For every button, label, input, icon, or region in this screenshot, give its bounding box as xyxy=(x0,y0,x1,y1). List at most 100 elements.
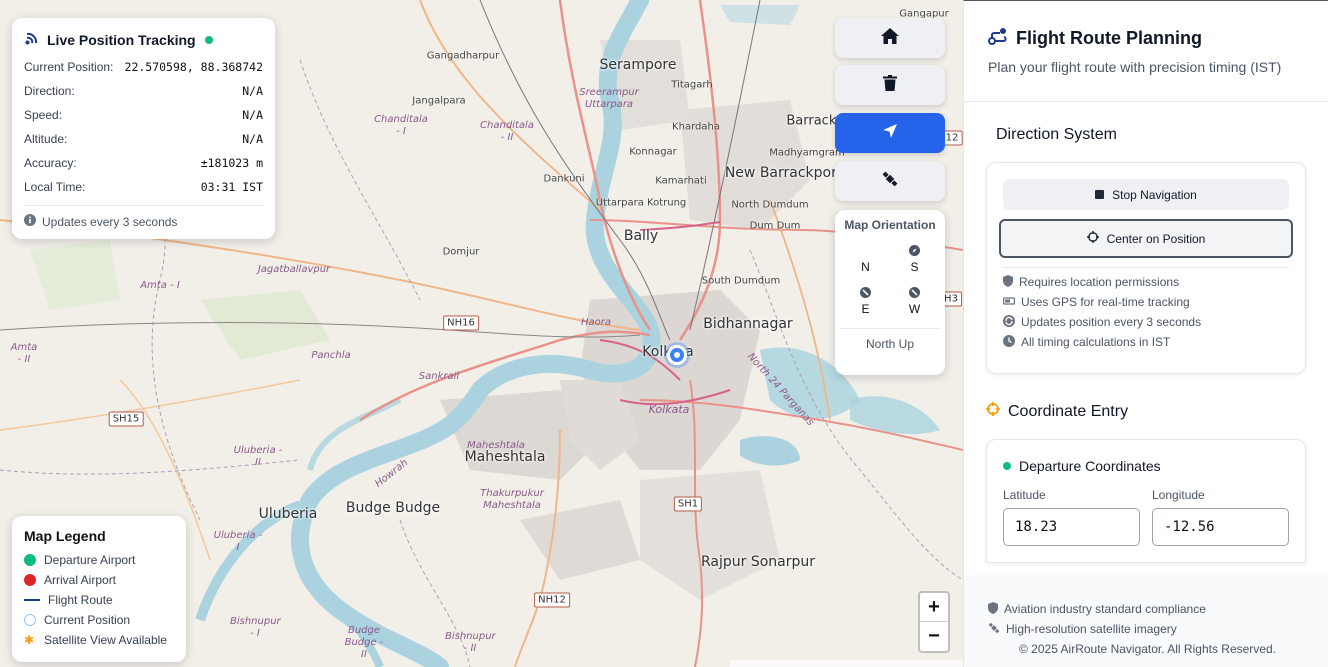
road-shield: SH1 xyxy=(673,496,703,512)
compass-icon xyxy=(909,244,920,256)
current-position-marker[interactable] xyxy=(667,345,687,365)
place-label: Budge Budge - II xyxy=(344,625,384,660)
place-label: New Barrackpore xyxy=(724,165,846,181)
footer-item: High-resolution satellite imagery xyxy=(988,619,1328,639)
note-item: Uses GPS for real-time tracking xyxy=(1002,292,1289,312)
place-label: Kolkata xyxy=(648,403,690,416)
trash-icon xyxy=(883,74,897,96)
satellite-icon xyxy=(881,170,899,193)
footer-item: Aviation industry standard compliance xyxy=(988,599,1328,619)
place-label: Uttarpara Kotrung xyxy=(595,197,687,209)
place-label: Serampore xyxy=(599,57,677,73)
place-label: Bally xyxy=(623,228,659,244)
dir-label: N xyxy=(861,260,870,274)
place-label: Kamarhati xyxy=(655,175,707,187)
clock-icon xyxy=(1003,334,1015,350)
place-label: Amta - II xyxy=(10,342,38,365)
place-label: Rajpur Sonarpur xyxy=(700,554,816,570)
latitude-label: Latitude xyxy=(1003,488,1046,502)
place-label: Uluberia xyxy=(258,506,318,522)
dir-label: S xyxy=(910,260,919,274)
navigate-arrow-icon xyxy=(882,123,898,144)
button-label: Stop Navigation xyxy=(1112,187,1197,202)
shield-icon xyxy=(1003,274,1013,290)
tracking-row-speed: Speed: N/A xyxy=(24,103,263,127)
note-text: Requires location permissions xyxy=(1019,275,1180,289)
button-label: Center on Position xyxy=(1106,231,1206,246)
note-item: Requires location permissions xyxy=(1003,272,1289,292)
zoom-control: + − xyxy=(918,591,950,653)
row-label: Current Position: xyxy=(24,60,114,74)
row-value: N/A xyxy=(242,108,263,122)
section-title-text: Coordinate Entry xyxy=(1008,402,1129,420)
map-legend: Map Legend Departure Airport Arrival Air… xyxy=(12,516,186,662)
place-label: Amta - I xyxy=(140,280,180,291)
divider xyxy=(841,328,939,329)
place-label: Bishnupur - II xyxy=(445,631,496,654)
arrival-dot-icon xyxy=(24,574,36,586)
stop-icon xyxy=(1095,190,1105,199)
place-label: Titagarh xyxy=(671,79,713,91)
zoom-out-button[interactable]: − xyxy=(920,622,948,651)
road-shield: SH15 xyxy=(108,411,144,427)
tracking-title: Live Position Tracking xyxy=(47,31,196,48)
longitude-input[interactable]: -12.56 xyxy=(1152,508,1289,546)
legend-item: ✱ Satellite View Available xyxy=(24,630,174,650)
footer-text: High-resolution satellite imagery xyxy=(1006,622,1177,636)
latitude-input[interactable]: 18.23 xyxy=(1003,508,1140,546)
center-position-button[interactable]: Center on Position xyxy=(999,219,1293,258)
direction-section-title: Direction System xyxy=(986,126,1306,144)
current-position-icon xyxy=(24,614,36,626)
legend-label: Departure Airport xyxy=(44,553,136,567)
delete-button[interactable] xyxy=(835,65,945,105)
departure-heading: Departure Coordinates xyxy=(1003,458,1289,474)
place-label: Uluberia - II xyxy=(233,445,283,468)
satellite-dish-icon xyxy=(24,30,40,49)
orient-north[interactable]: N xyxy=(841,244,890,274)
legend-title: Map Legend xyxy=(24,528,106,544)
place-label: Budge Budge xyxy=(345,500,441,516)
place-label: Thakurpukur Maheshtala xyxy=(480,488,544,511)
info-icon xyxy=(24,214,36,229)
gps-icon xyxy=(1002,295,1016,309)
orient-west[interactable]: W xyxy=(890,286,939,316)
crosshair-icon xyxy=(1086,231,1099,246)
divider xyxy=(24,205,263,206)
legend-item: Current Position xyxy=(24,610,174,630)
tracking-row-accuracy: Accuracy: ±181023 m xyxy=(24,151,263,175)
stop-navigation-button[interactable]: Stop Navigation xyxy=(1003,179,1289,210)
note-text: Updates position every 3 seconds xyxy=(1021,315,1202,329)
place-label: Domjur xyxy=(442,246,480,258)
note-text: Uses GPS for real-time tracking xyxy=(1021,295,1190,309)
tracking-footer: Updates every 3 seconds xyxy=(42,214,178,229)
orient-east[interactable]: E xyxy=(841,286,890,316)
orient-south[interactable]: S xyxy=(890,244,939,274)
home-button[interactable] xyxy=(835,18,945,58)
note-text: All timing calculations in IST xyxy=(1021,335,1171,349)
coordinate-section-title: Coordinate Entry xyxy=(986,402,1306,421)
place-label: South Dumdum xyxy=(701,275,781,287)
navigate-button[interactable] xyxy=(835,113,945,153)
row-value: N/A xyxy=(242,84,263,98)
direction-card: Stop Navigation Center on Position Requi… xyxy=(986,162,1306,374)
side-panel: Flight Route Planning Plan your flight r… xyxy=(963,0,1328,667)
legend-label: Flight Route xyxy=(48,593,113,607)
road-shield: NH16 xyxy=(443,315,479,331)
place-label: Haora xyxy=(580,317,612,328)
compass-icon xyxy=(860,286,871,298)
satellite-icon: ✱ xyxy=(24,633,35,647)
place-label: Madhyamgram xyxy=(769,147,845,159)
place-label: Maheshtala xyxy=(467,440,525,451)
note-item: All timing calculations in IST xyxy=(1003,332,1289,352)
sync-icon xyxy=(1003,314,1015,330)
satellite-icon xyxy=(988,622,1000,637)
legend-item: Departure Airport xyxy=(24,550,174,570)
row-value: ±181023 m xyxy=(200,156,263,170)
place-label: Dankuni xyxy=(543,173,585,185)
place-label: Panchla xyxy=(311,350,351,361)
route-line-icon xyxy=(24,599,40,601)
satellite-button[interactable] xyxy=(835,161,945,201)
place-label: Jangalpara xyxy=(412,95,466,107)
marker-core xyxy=(674,352,680,358)
zoom-in-button[interactable]: + xyxy=(920,593,948,622)
